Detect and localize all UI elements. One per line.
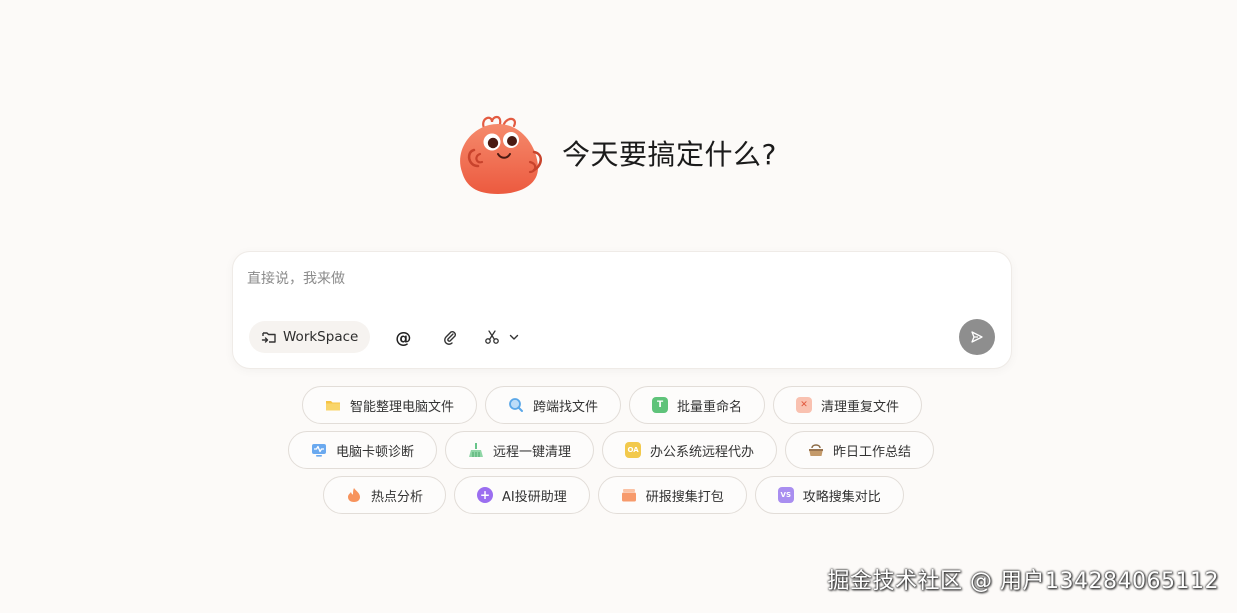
suggestion-row-2: 电脑卡顿诊断 远程一键清理 OA 办公系统远程代办 昨日工作总结 <box>288 431 935 469</box>
chip-organize-files[interactable]: 智能整理电脑文件 <box>302 386 478 424</box>
scissors-icon <box>485 330 500 344</box>
chip-label: 清理重复文件 <box>821 399 900 415</box>
chevron-down-icon <box>510 334 519 340</box>
workspace-label: WorkSpace <box>283 329 359 345</box>
chip-guide-compare[interactable]: VS 攻略搜集对比 <box>754 476 904 514</box>
attach-button[interactable] <box>435 322 465 352</box>
basket-icon <box>809 444 824 456</box>
chip-ai-research[interactable]: + AI投研助理 <box>454 476 590 514</box>
send-icon <box>971 331 983 343</box>
delete-box-icon: ✕ <box>796 397 813 413</box>
chip-label: 攻略搜集对比 <box>802 489 881 505</box>
prompt-input[interactable] <box>247 266 987 292</box>
chip-clean-duplicates[interactable]: ✕ 清理重复文件 <box>773 386 923 424</box>
chip-label: 智能整理电脑文件 <box>350 399 455 415</box>
hero-section: 今天要搞定什么? <box>452 110 777 196</box>
at-icon: @ <box>395 327 412 347</box>
chip-remote-cleanup[interactable]: 远程一键清理 <box>445 431 595 469</box>
paperclip-icon <box>444 331 457 345</box>
chip-report-package[interactable]: 研报搜集打包 <box>597 476 747 514</box>
mascot-icon <box>460 115 542 194</box>
chip-label: 热点分析 <box>371 489 424 505</box>
monitor-pulse-icon <box>312 444 326 457</box>
chip-label: 跨端找文件 <box>533 399 599 415</box>
send-button[interactable] <box>959 319 995 355</box>
oa-icon: OA <box>625 442 642 458</box>
stack-icon <box>621 489 636 502</box>
ai-plus-icon: + <box>477 487 494 503</box>
flame-icon <box>348 488 360 502</box>
main-page: 今天要搞定什么? WorkSpace @ <box>0 0 1237 613</box>
folder-icon <box>326 401 340 411</box>
workspace-button[interactable]: WorkSpace <box>249 321 371 353</box>
chip-batch-rename[interactable]: T 批量重命名 <box>629 386 766 424</box>
mention-button[interactable]: @ <box>388 322 418 352</box>
chip-label: 办公系统远程代办 <box>650 444 755 460</box>
vs-icon: VS <box>777 487 794 503</box>
chip-hot-topics[interactable]: 热点分析 <box>323 476 447 514</box>
chip-label: 远程一键清理 <box>493 444 572 460</box>
chip-label: 研报搜集打包 <box>645 489 724 505</box>
chip-oa-remote[interactable]: OA 办公系统远程代办 <box>602 431 778 469</box>
suggestion-row-1: 智能整理电脑文件 跨端找文件 T 批量重命名 ✕ 清理重复文件 <box>302 386 923 424</box>
suggestion-row-3: 热点分析 + AI投研助理 研报搜集打包 VS 攻略搜集对比 <box>323 476 904 514</box>
chip-cross-device-search[interactable]: 跨端找文件 <box>485 386 622 424</box>
chip-label: 电脑卡顿诊断 <box>336 444 415 460</box>
watermark: 掘金技术社区 @ 用户134284065112 <box>827 569 1219 594</box>
chip-label: 批量重命名 <box>677 399 743 415</box>
magnifier-icon <box>509 398 524 412</box>
chip-lag-diagnosis[interactable]: 电脑卡顿诊断 <box>288 431 438 469</box>
chip-daily-summary[interactable]: 昨日工作总结 <box>785 431 935 469</box>
t-letter-icon: T <box>652 397 669 413</box>
screenshot-options-button[interactable] <box>503 322 525 352</box>
folder-link-icon <box>261 332 276 343</box>
prompt-toolbar: WorkSpace @ <box>249 321 525 353</box>
chip-label: 昨日工作总结 <box>833 444 912 460</box>
prompt-card: WorkSpace @ <box>232 251 1012 369</box>
chip-label: AI投研助理 <box>502 489 567 505</box>
page-title: 今天要搞定什么? <box>562 138 777 171</box>
broom-icon <box>469 443 484 457</box>
